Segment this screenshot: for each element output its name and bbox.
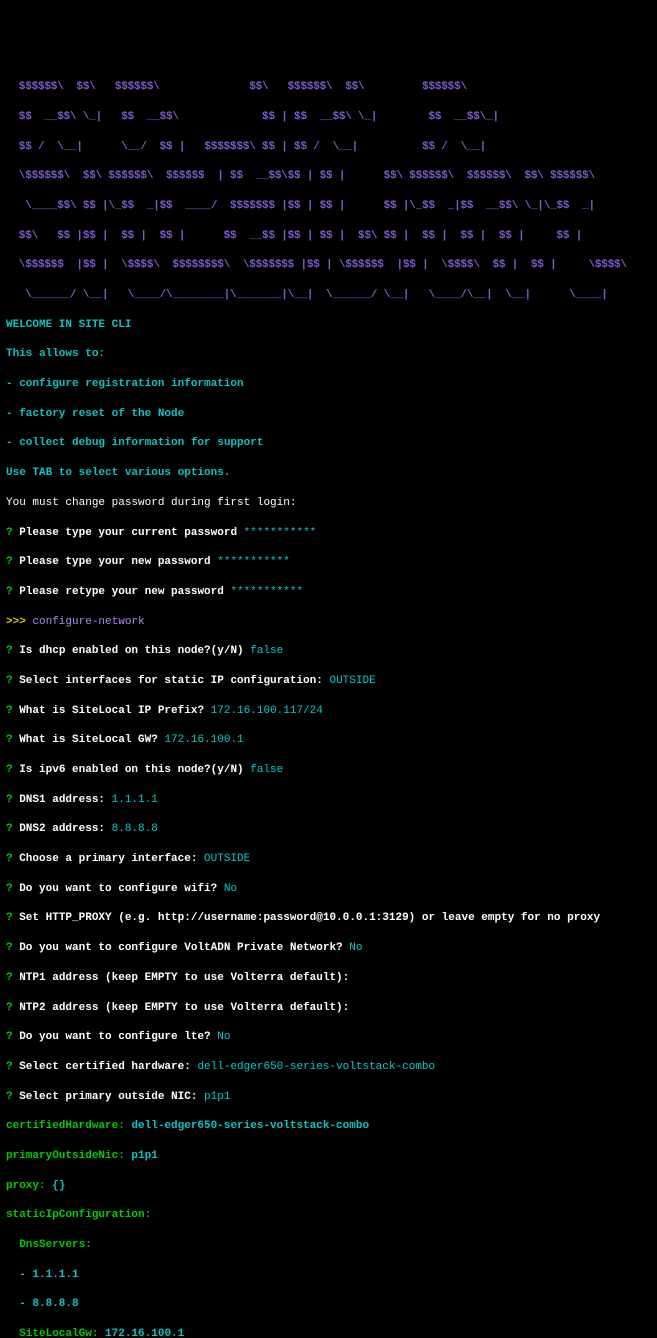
- question-mark-icon: ?: [6, 942, 13, 954]
- prompt-primary-interface: ? Choose a primary interface: OUTSIDE: [6, 852, 651, 867]
- welcome-title: WELCOME IN SITE CLI: [6, 318, 651, 333]
- welcome-bullet: - configure registration information: [6, 377, 651, 392]
- prompt-ipv6: ? Is ipv6 enabled on this node?(y/N) fal…: [6, 763, 651, 778]
- prompt-lte: ? Do you want to configure lte? No: [6, 1030, 651, 1045]
- prompt-ntp1: ? NTP1 address (keep EMPTY to use Volter…: [6, 971, 651, 986]
- question-mark-icon: ?: [6, 764, 13, 776]
- question-mark-icon: ?: [6, 823, 13, 835]
- welcome-bullet: - collect debug information for support: [6, 436, 651, 451]
- ascii-art-line: $$ / \__| \__/ $$ | $$$$$$$\ $$ | $$ / \…: [6, 140, 651, 155]
- welcome-bullet: - factory reset of the Node: [6, 407, 651, 422]
- password-prompt-current: ? Please type your current password ****…: [6, 526, 651, 541]
- question-mark-icon: ?: [6, 1091, 13, 1103]
- prompt-dns2: ? DNS2 address: 8.8.8.8: [6, 822, 651, 837]
- prompt-ntp2: ? NTP2 address (keep EMPTY to use Volter…: [6, 1001, 651, 1016]
- command-line: >>> configure-network: [6, 615, 651, 630]
- question-mark-icon: ?: [6, 675, 13, 687]
- question-mark-icon: ?: [6, 794, 13, 806]
- summary-gateway: SiteLocalGw: 172.16.100.1: [6, 1327, 651, 1338]
- question-mark-icon: ?: [6, 912, 13, 924]
- prompt-certified-hardware: ? Select certified hardware: dell-edger6…: [6, 1060, 651, 1075]
- question-mark-icon: ?: [6, 734, 13, 746]
- prompt-primary-nic: ? Select primary outside NIC: p1p1: [6, 1090, 651, 1105]
- question-mark-icon: ?: [6, 556, 13, 568]
- question-mark-icon: ?: [6, 645, 13, 657]
- prompt-wifi: ? Do you want to configure wifi? No: [6, 882, 651, 897]
- question-mark-icon: ?: [6, 705, 13, 717]
- ascii-art-line: $$ __$$\ \_| $$ __$$\ $$ | $$ __$$\ \_| …: [6, 110, 651, 125]
- summary-dns-header: DnsServers:: [6, 1238, 651, 1253]
- ascii-art-line: \____$$\ $$ |\_$$ _|$$ ____/ $$$$$$$ |$$…: [6, 199, 651, 214]
- question-mark-icon: ?: [6, 1031, 13, 1043]
- ascii-art-line: \$$$$$$\ $$\ $$$$$$\ $$$$$$ | $$ __$$\$$…: [6, 169, 651, 184]
- prompt-dhcp: ? Is dhcp enabled on this node?(y/N) fal…: [6, 644, 651, 659]
- ascii-art-line: \______/ \__| \____/\________|\_______|\…: [6, 288, 651, 303]
- prompt-gateway: ? What is SiteLocal GW? 172.16.100.1: [6, 733, 651, 748]
- ascii-art-line: $$$$$$\ $$\ $$$$$$\ $$\ $$$$$$\ $$\ $$$$…: [6, 80, 651, 95]
- summary-proxy: proxy: {}: [6, 1179, 651, 1194]
- summary-dns1: - 1.1.1.1: [6, 1268, 651, 1283]
- tab-hint: Use TAB to select various options.: [6, 466, 651, 481]
- ascii-art-line: $$\ $$ |$$ | $$ | $$ | $$ __$$ |$$ | $$ …: [6, 229, 651, 244]
- question-mark-icon: ?: [6, 586, 13, 598]
- question-mark-icon: ?: [6, 883, 13, 895]
- prompt-select-interfaces: ? Select interfaces for static IP config…: [6, 674, 651, 689]
- password-prompt-new: ? Please type your new password ********…: [6, 555, 651, 570]
- question-mark-icon: ?: [6, 1061, 13, 1073]
- password-prompt-retype: ? Please retype your new password ******…: [6, 585, 651, 600]
- welcome-allows: This allows to:: [6, 347, 651, 362]
- question-mark-icon: ?: [6, 1002, 13, 1014]
- prompt-ip-prefix: ? What is SiteLocal IP Prefix? 172.16.10…: [6, 704, 651, 719]
- repl-prompt: >>>: [6, 616, 32, 628]
- login-note: You must change password during first lo…: [6, 496, 651, 511]
- summary-dns2: - 8.8.8.8: [6, 1297, 651, 1312]
- command-text: configure-network: [32, 616, 144, 628]
- terminal-output: $$$$$$\ $$\ $$$$$$\ $$\ $$$$$$\ $$\ $$$$…: [6, 65, 651, 1338]
- prompt-http-proxy: ? Set HTTP_PROXY (e.g. http://username:p…: [6, 911, 651, 926]
- question-mark-icon: ?: [6, 527, 13, 539]
- prompt-dns1: ? DNS1 address: 1.1.1.1: [6, 793, 651, 808]
- question-mark-icon: ?: [6, 972, 13, 984]
- prompt-voltadn: ? Do you want to configure VoltADN Priva…: [6, 941, 651, 956]
- ascii-art-line: \$$$$$$ |$$ | \$$$$\ $$$$$$$$\ \$$$$$$$ …: [6, 258, 651, 273]
- question-mark-icon: ?: [6, 853, 13, 865]
- summary-primary-nic: primaryOutsideNic: p1p1: [6, 1149, 651, 1164]
- summary-static-ip-header: staticIpConfiguration:: [6, 1208, 651, 1223]
- summary-certified-hardware: certifiedHardware: dell-edger650-series-…: [6, 1119, 651, 1134]
